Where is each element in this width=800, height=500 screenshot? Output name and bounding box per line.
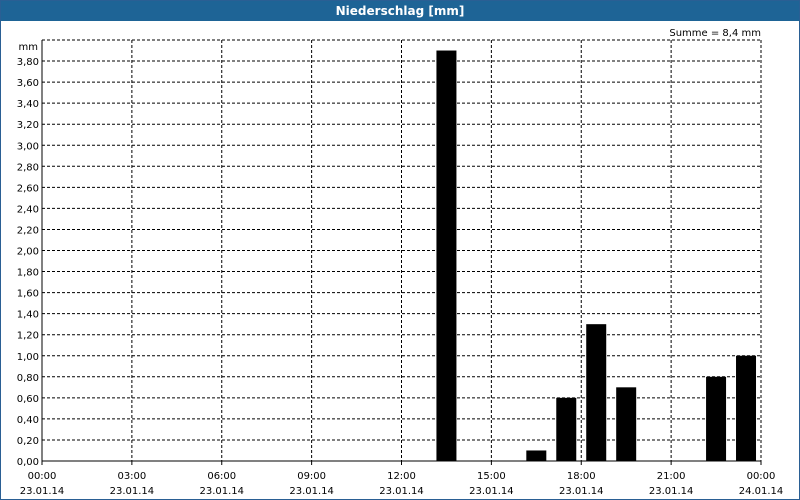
x-tick-time-label: 18:00	[567, 471, 596, 482]
precipitation-bar	[526, 450, 547, 461]
y-tick-label: 1,20	[17, 331, 39, 342]
y-tick-label: 1,60	[17, 289, 39, 300]
y-tick-label: 2,00	[17, 247, 39, 258]
precipitation-chart: 0,00 0,20 0,40 0,60 0,80 1,00 1,20 1,40 1,60 1,80…	[17, 28, 784, 497]
x-tick-time-label: 00:00	[747, 471, 776, 482]
precipitation-bar	[736, 355, 757, 461]
precipitation-bar	[586, 324, 607, 461]
x-tick-time-label: 00:00	[28, 471, 57, 482]
x-tick-date-label: 23.01.14	[20, 486, 65, 497]
y-tick-label: 0,40	[17, 415, 39, 426]
x-tick-date-label: 24.01.14	[739, 486, 784, 497]
x-tick-time-label: 21:00	[657, 471, 686, 482]
x-tick-date-label: 23.01.14	[110, 486, 155, 497]
x-tick-time-label: 06:00	[207, 471, 236, 482]
y-tick-label: 2,80	[17, 162, 39, 173]
y-tick-label: 1,40	[17, 310, 39, 321]
y-tick-label: 0,80	[17, 373, 39, 384]
y-axis-unit-label: mm	[19, 42, 38, 53]
x-tick-time-label: 15:00	[477, 471, 506, 482]
y-tick-label: 2,60	[17, 183, 39, 194]
y-tick-label: 1,00	[17, 352, 39, 363]
x-tick-date-label: 23.01.14	[199, 486, 244, 497]
x-tick-time-label: 03:00	[117, 471, 146, 482]
y-tick-label: 0,20	[17, 436, 39, 447]
precipitation-bar	[556, 397, 577, 461]
y-tick-label: 3,40	[17, 99, 39, 110]
precipitation-bar	[436, 50, 457, 462]
x-tick-date-label: 23.01.14	[379, 486, 424, 497]
y-tick-label: 0,00	[17, 457, 39, 468]
y-tick-label: 2,40	[17, 204, 39, 215]
y-tick-label: 1,80	[17, 268, 39, 279]
sum-annotation: Summe = 8,4 mm	[669, 28, 761, 39]
x-tick-date-label: 23.01.14	[289, 486, 334, 497]
precipitation-bar	[706, 376, 727, 461]
y-tick-label: 3,80	[17, 57, 39, 68]
y-tick-label: 0,60	[17, 394, 39, 405]
y-tick-label: 3,00	[17, 141, 39, 152]
x-tick-time-label: 09:00	[297, 471, 326, 482]
y-tick-label: 3,20	[17, 120, 39, 131]
y-tick-label: 2,20	[17, 225, 39, 236]
x-tick-date-label: 23.01.14	[649, 486, 694, 497]
y-tick-label: 3,60	[17, 78, 39, 89]
precipitation-bar	[616, 387, 637, 461]
x-tick-time-label: 12:00	[387, 471, 416, 482]
x-tick-date-label: 23.01.14	[469, 486, 514, 497]
x-tick-date-label: 23.01.14	[559, 486, 604, 497]
